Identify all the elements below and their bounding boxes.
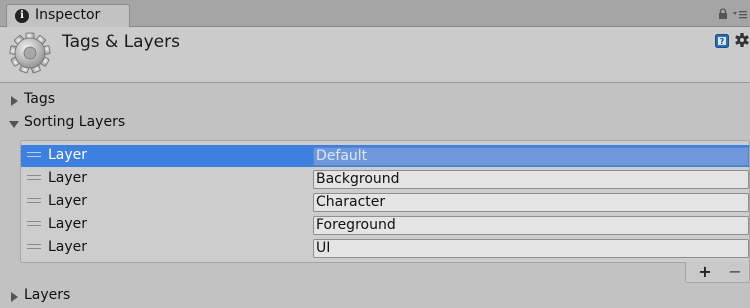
tab-inspector[interactable]: i Inspector [6, 4, 130, 27]
sorting-layer-row[interactable]: Layer UI [21, 237, 749, 259]
tab-label: Inspector [35, 7, 101, 23]
foldout-expanded-arrow-icon [9, 121, 19, 128]
info-icon: i [15, 9, 29, 23]
layer-name-field[interactable]: Default [313, 147, 749, 166]
tab-bar: i Inspector [0, 0, 750, 27]
drag-handle-icon[interactable] [27, 221, 41, 229]
layer-name-field[interactable]: UI [313, 239, 749, 258]
layer-name-field[interactable]: Foreground [313, 216, 749, 235]
sorting-layer-row[interactable]: Layer Foreground [21, 214, 749, 236]
row-label: Layer [48, 193, 88, 209]
svg-text:?: ? [720, 37, 725, 46]
drag-handle-icon[interactable] [27, 152, 41, 160]
foldout-layers[interactable]: Layers [8, 287, 98, 307]
layer-name-field[interactable]: Character [313, 193, 749, 212]
gear-icon [9, 32, 51, 74]
sorting-layer-row[interactable]: Layer Default [21, 145, 749, 167]
row-label: Layer [48, 170, 88, 186]
help-icon[interactable]: ? [715, 34, 729, 48]
foldout-label: Layers [24, 287, 71, 303]
sorting-layer-row[interactable]: Layer Background [21, 168, 749, 190]
sorting-layer-list: Layer Default Layer Background Layer Cha… [20, 140, 750, 263]
row-label: Layer [48, 216, 88, 232]
foldout-label: Sorting Layers [24, 114, 126, 130]
inspector-header: Tags & Layers ? [0, 27, 750, 83]
row-label: Layer [48, 239, 88, 255]
drag-handle-icon[interactable] [27, 198, 41, 206]
add-layer-button[interactable]: + [692, 262, 718, 282]
foldout-tags[interactable]: Tags [8, 91, 88, 111]
lock-icon[interactable] [718, 8, 728, 20]
drag-handle-icon[interactable] [27, 175, 41, 183]
sorting-layer-row[interactable]: Layer Character [21, 191, 749, 213]
tab-menu-icon[interactable] [733, 9, 747, 21]
remove-layer-button[interactable]: − [722, 262, 748, 282]
foldout-label: Tags [24, 91, 55, 107]
page-title: Tags & Layers [62, 32, 180, 52]
settings-gear-icon[interactable] [735, 33, 749, 47]
layer-name-field[interactable]: Background [313, 170, 749, 189]
drag-handle-icon[interactable] [27, 244, 41, 252]
foldout-collapsed-arrow-icon [11, 292, 18, 302]
list-footer: + − [685, 262, 750, 283]
foldout-collapsed-arrow-icon [11, 96, 18, 106]
foldout-sorting-layers[interactable]: Sorting Layers [8, 114, 148, 134]
row-label: Layer [48, 147, 88, 163]
